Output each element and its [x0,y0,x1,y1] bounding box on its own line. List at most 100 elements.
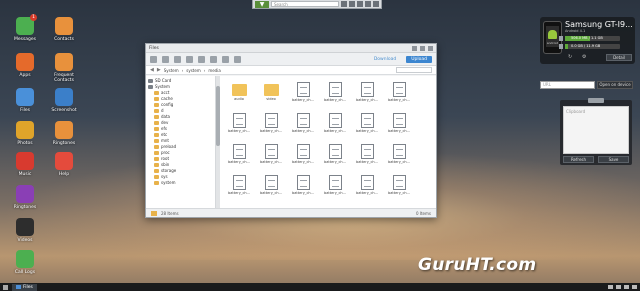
desktop-icon-label: Ringtones [13,205,37,210]
scrollbar-thumb[interactable] [216,86,220,146]
breadcrumb-item[interactable]: media [208,68,220,73]
file-item[interactable]: battery_ch... [352,113,382,139]
desktop-icon[interactable]: Files [5,88,45,113]
top-toolbar: ▼ Search [252,0,382,9]
start-icon[interactable] [3,284,8,290]
file-item[interactable]: battery_ch... [256,175,286,201]
download-button[interactable]: Download [369,56,401,63]
cut-icon[interactable] [162,55,169,63]
desktop-icon[interactable]: Frequent Contacts [44,53,84,83]
upload-button[interactable]: Upload [406,55,432,63]
desktop-icon[interactable]: Ringtones [44,121,84,146]
desktop-icon[interactable]: Music [5,152,45,177]
file-item[interactable]: battery_ch... [384,144,414,170]
desktop-icon[interactable]: Screenshot [44,88,84,113]
desktop-icon[interactable]: Apps [5,53,45,78]
desktop-icon[interactable]: Photos [5,121,45,146]
desktop-icon[interactable]: 1 Messages [5,14,45,42]
file-item[interactable]: battery_ch... [384,113,414,139]
paste-icon[interactable] [186,55,193,63]
open-on-device-button[interactable]: Open on device [597,81,633,89]
clipboard-textarea[interactable]: Clipboard [563,106,629,154]
refresh-icon[interactable]: ↻ [568,54,572,60]
file-name: battery_ch... [355,98,378,102]
gallery-icon[interactable] [341,1,347,7]
file-item[interactable]: battery_ch... [288,144,318,170]
path-search-input[interactable] [396,67,432,73]
file-name: video [266,97,276,101]
watermark: GuruHT.com [418,255,537,275]
desktop-icon[interactable]: Help [44,152,84,177]
file-item[interactable]: battery_ch... [384,175,414,201]
close-icon[interactable] [428,45,433,51]
file-item[interactable]: battery_ch... [288,175,318,201]
detail-button[interactable]: Detail [606,54,632,61]
save-button[interactable]: Save [598,156,629,163]
file-item[interactable]: battery_ch... [224,175,254,201]
file-item[interactable]: battery_ch... [256,113,286,139]
folder-item[interactable]: audio [224,82,254,108]
download-app-icon[interactable]: ▼ [255,0,269,8]
status-bar: 28 Items 0 Items [146,208,436,217]
folder-icon [154,163,159,167]
file-item[interactable]: battery_ch... [384,82,414,108]
folder-icon [154,97,159,101]
file-item[interactable]: battery_ch... [288,82,318,108]
settings-icon[interactable] [357,1,363,7]
search-input[interactable]: Search [271,1,339,7]
refresh-button[interactable]: Refresh [563,156,594,163]
breadcrumb-item[interactable]: System [164,68,179,73]
file-name: battery_ch... [323,160,346,164]
copy-icon[interactable] [174,55,181,63]
folder-icon [154,157,159,161]
file-item[interactable]: battery_ch... [320,175,350,201]
file-icon [392,113,406,128]
back-icon[interactable]: ◀ [150,67,154,73]
file-item[interactable]: battery_ch... [320,82,350,108]
taskbar-files-item[interactable]: Files [12,283,37,291]
file-item[interactable]: battery_ch... [288,113,318,139]
delete-icon[interactable] [210,55,217,63]
folder-icon [154,103,159,107]
app-icon [16,185,34,203]
window-toolbar: Download Upload [146,53,436,66]
file-item[interactable]: battery_ch... [320,144,350,170]
desktop-icon[interactable]: Videos [5,218,45,243]
file-item[interactable]: battery_ch... [352,82,382,108]
refresh-icon[interactable] [198,55,205,63]
help-icon[interactable] [365,1,371,7]
logout-icon[interactable] [373,1,379,7]
file-icon [232,113,246,128]
url-input[interactable]: URL [540,81,595,89]
tree-scrollbar[interactable] [216,76,220,208]
grid-icon[interactable] [349,1,355,7]
desktop-icon[interactable]: Call Logs [5,250,45,275]
folder-item[interactable]: video [256,82,286,108]
file-item[interactable]: battery_ch... [352,144,382,170]
new-folder-icon[interactable] [150,55,157,63]
view-icon[interactable] [234,55,241,63]
file-name: battery_ch... [387,129,410,133]
window-titlebar[interactable]: Files [146,44,436,53]
file-icon [360,175,374,190]
settings-icon[interactable]: ⚙ [582,54,586,60]
desktop-icon[interactable]: Ringtones [5,185,45,210]
desktop-icon[interactable]: Contacts [44,17,84,42]
file-name: audio [234,97,244,101]
rename-icon[interactable] [222,55,229,63]
minimize-icon[interactable] [412,45,417,51]
desktop-icon-label: Ringtones [52,141,76,146]
forward-icon[interactable]: ▶ [157,67,161,73]
file-item[interactable]: battery_ch... [352,175,382,201]
file-item[interactable]: battery_ch... [320,113,350,139]
clipboard-clip-icon [588,98,604,103]
file-item[interactable]: battery_ch... [224,144,254,170]
file-item[interactable]: battery_ch... [224,113,254,139]
file-item[interactable]: battery_ch... [256,144,286,170]
tree-item[interactable]: system [146,180,215,186]
maximize-icon[interactable] [420,45,425,51]
breadcrumb-item[interactable]: system [186,68,200,73]
file-icon [328,175,342,190]
app-icon [55,17,73,35]
desktop-icon-label: Music [18,172,32,177]
